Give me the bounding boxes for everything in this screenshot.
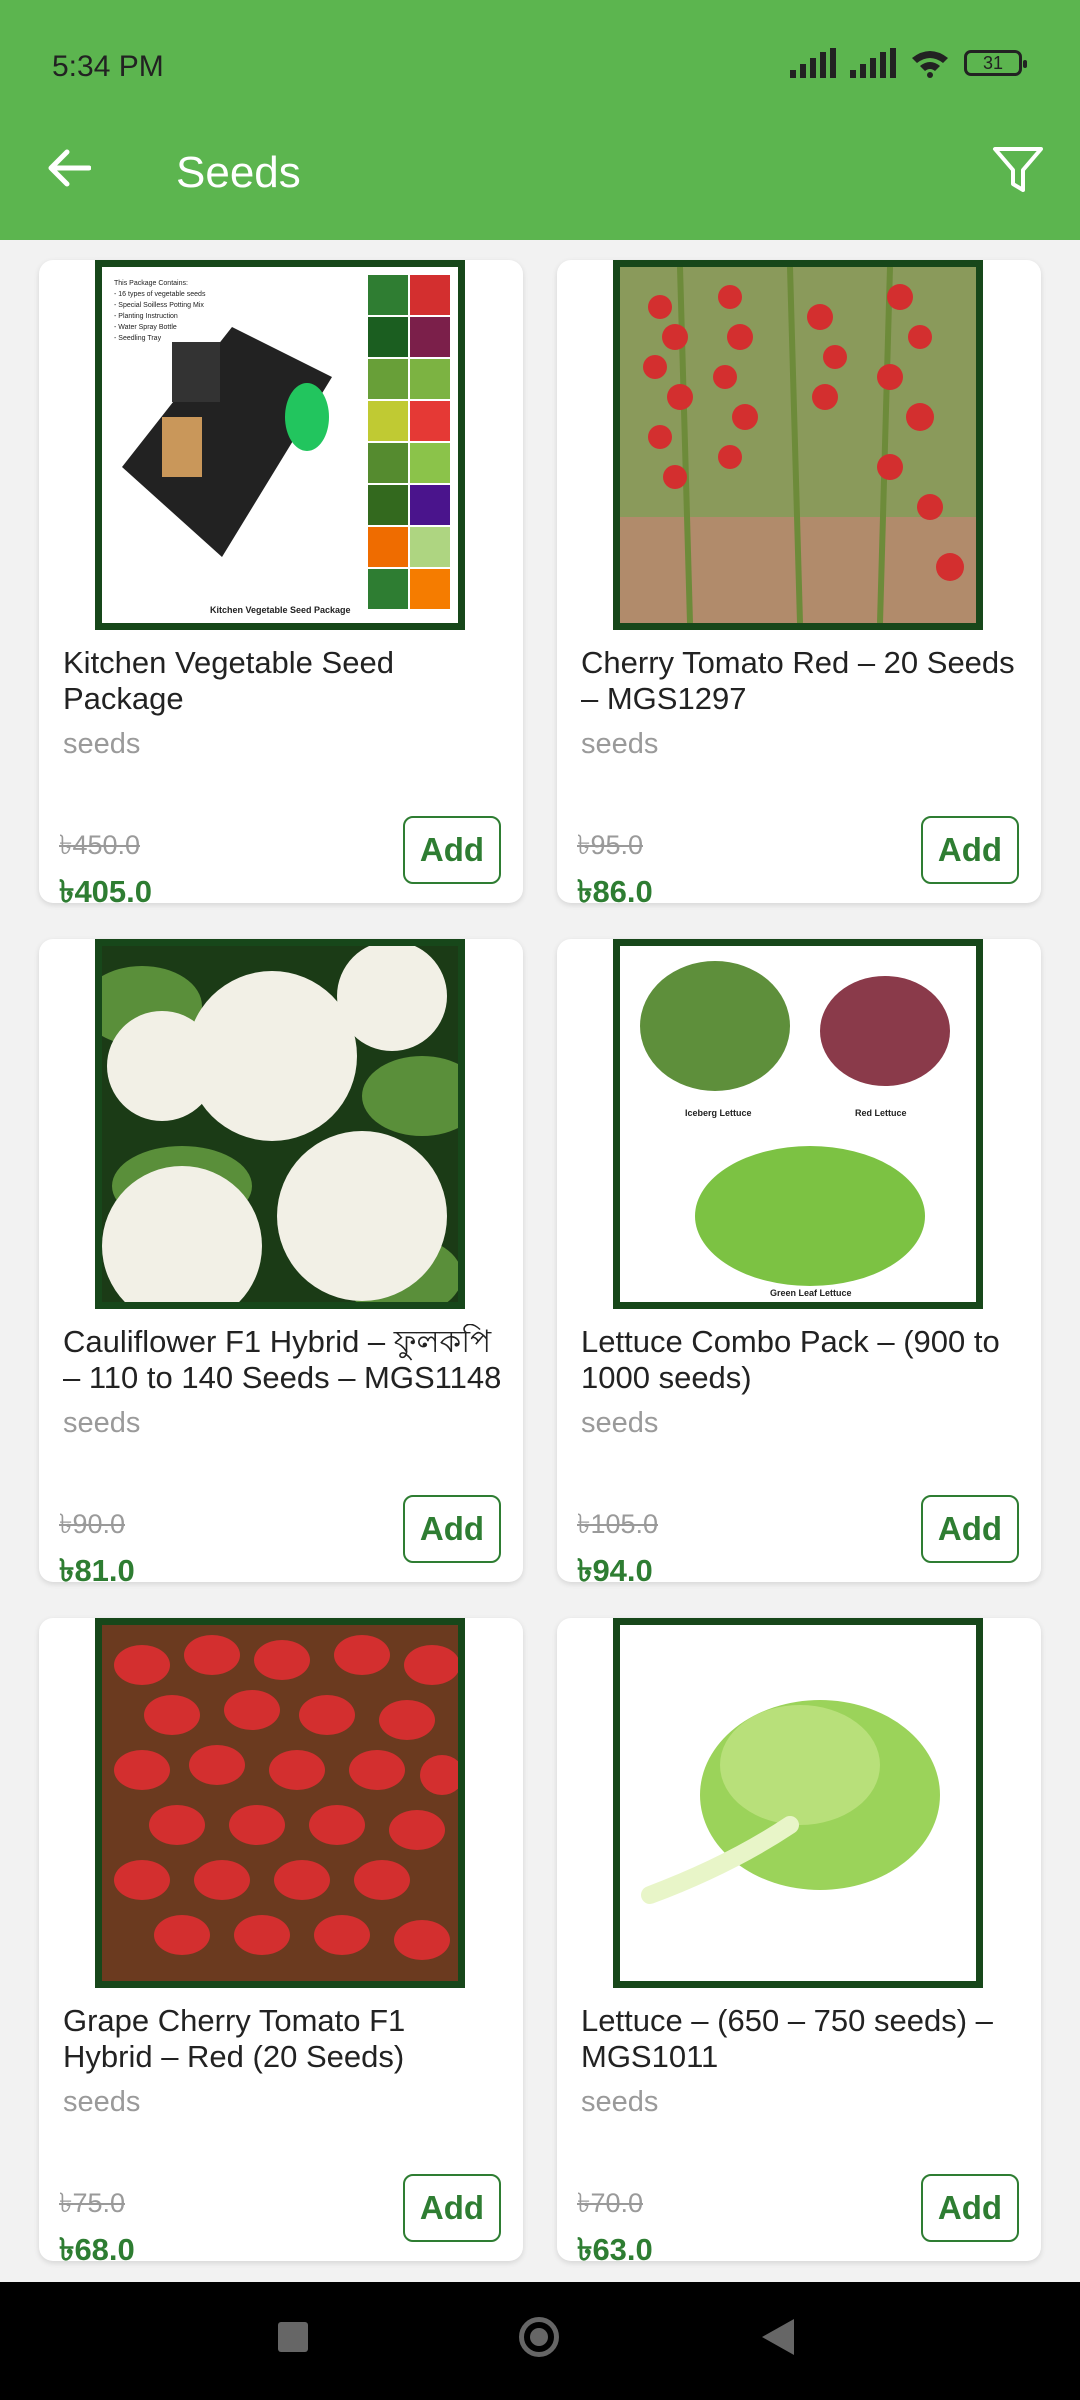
product-image (613, 1618, 983, 1988)
product-old-price: ৳75.0 (59, 2188, 125, 2218)
image-label: Red Lettuce (855, 1108, 907, 1118)
add-to-cart-button[interactable]: Add (403, 1495, 501, 1563)
add-to-cart-button[interactable]: Add (921, 2174, 1019, 2242)
product-price: ৳68.0 (59, 2232, 135, 2267)
add-to-cart-button[interactable]: Add (403, 816, 501, 884)
product-card[interactable]: Iceberg Lettuce Red Lettuce Green Leaf L… (557, 939, 1041, 1588)
status-time: 5:34 PM (52, 50, 164, 83)
product-old-price: ৳90.0 (59, 1509, 125, 1539)
product-category: seeds (63, 2086, 141, 2118)
product-card[interactable]: This Package Contains: - 16 types of vege… (39, 260, 523, 909)
product-old-price: ৳70.0 (577, 2188, 643, 2218)
product-image (95, 939, 465, 1309)
product-price: ৳63.0 (577, 2232, 653, 2267)
product-image: This Package Contains: - 16 types of vege… (95, 260, 465, 630)
product-category: seeds (581, 1407, 659, 1439)
product-price: ৳81.0 (59, 1553, 135, 1588)
wifi-icon (912, 51, 948, 78)
signal-icon (850, 48, 896, 78)
image-label: Iceberg Lettuce (685, 1108, 752, 1118)
product-name: Cauliflower F1 Hybrid – ফুলকপি – 110 to … (63, 1324, 502, 1395)
product-old-price: ৳450.0 (59, 830, 141, 860)
system-back-button[interactable] (762, 2319, 794, 2355)
product-price: ৳86.0 (577, 874, 653, 909)
add-to-cart-button[interactable]: Add (921, 816, 1019, 884)
page-title: Seeds (176, 148, 301, 197)
product-name: Kitchen Vegetable Seed Package (63, 645, 394, 716)
battery-level: 31 (982, 52, 1004, 73)
product-category: seeds (581, 728, 659, 760)
add-to-cart-button[interactable]: Add (921, 1495, 1019, 1563)
product-image (95, 1618, 465, 1988)
back-button[interactable] (40, 140, 96, 196)
product-card[interactable]: Grape Cherry Tomato F1 Hybrid – Red (20 … (39, 1618, 523, 2267)
filter-button[interactable] (988, 140, 1048, 200)
product-category: seeds (63, 1407, 141, 1439)
product-image (613, 260, 983, 630)
image-caption: Kitchen Vegetable Seed Package (210, 605, 351, 615)
product-name: Lettuce Combo Pack – (900 to 1000 seeds) (581, 1324, 1000, 1395)
product-card[interactable]: Lettuce – (650 – 750 seeds) – MGS1011 se… (557, 1618, 1041, 2267)
signal-icon (790, 48, 836, 78)
product-old-price: ৳95.0 (577, 830, 643, 860)
status-icons: 31 (790, 48, 1027, 78)
product-name: Lettuce – (650 – 750 seeds) – MGS1011 (581, 2003, 993, 2074)
image-label: Green Leaf Lettuce (770, 1288, 852, 1298)
product-card[interactable]: Cherry Tomato Red – 20 Seeds – MGS1297 s… (557, 260, 1041, 909)
recents-button[interactable] (278, 2322, 308, 2352)
arrow-left-icon (48, 149, 91, 187)
product-card[interactable]: Cauliflower F1 Hybrid – ফুলকপি – 110 to … (39, 939, 523, 1588)
product-price: ৳94.0 (577, 1553, 653, 1588)
product-name: Cherry Tomato Red – 20 Seeds – MGS1297 (581, 645, 1015, 716)
app-bar: 5:34 PM 31 Seeds (0, 0, 1080, 240)
system-nav-bar (0, 2282, 1080, 2400)
product-category: seeds (581, 2086, 659, 2118)
product-old-price: ৳105.0 (577, 1509, 659, 1539)
battery-icon: 31 (964, 50, 1027, 76)
product-grid: This Package Contains: - 16 types of vege… (0, 240, 1080, 2282)
filter-icon (993, 147, 1043, 192)
add-to-cart-button[interactable]: Add (403, 2174, 501, 2242)
product-price: ৳405.0 (59, 874, 153, 909)
product-category: seeds (63, 728, 141, 760)
home-button[interactable] (519, 2317, 559, 2357)
product-image: Iceberg Lettuce Red Lettuce Green Leaf L… (613, 939, 983, 1309)
product-name: Grape Cherry Tomato F1 Hybrid – Red (20 … (63, 2003, 406, 2074)
